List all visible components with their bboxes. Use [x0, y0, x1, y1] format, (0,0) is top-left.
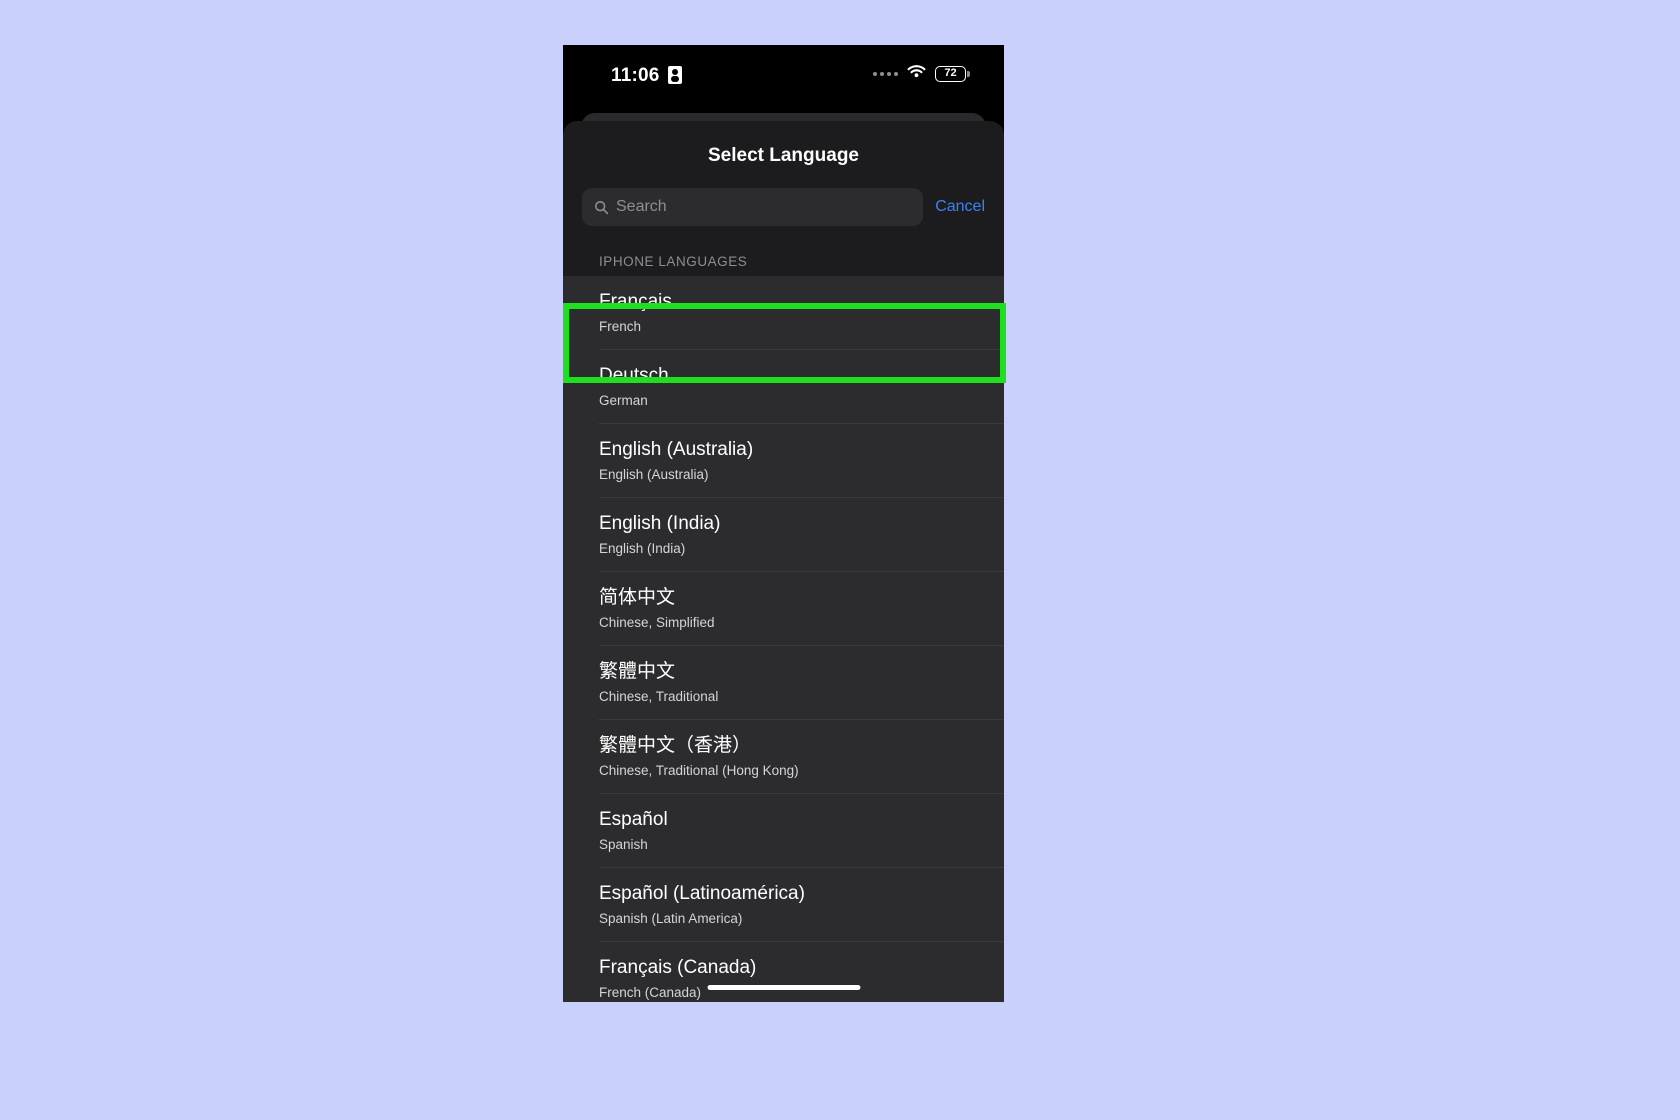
- contact-card-icon: [668, 66, 682, 84]
- battery-icon: 72: [935, 65, 970, 82]
- language-native-name: English (Australia): [599, 439, 754, 460]
- cancel-button[interactable]: Cancel: [933, 198, 985, 216]
- language-row[interactable]: Français (Canada) French (Canada): [563, 942, 1004, 1002]
- wifi-icon: [907, 64, 926, 83]
- home-indicator[interactable]: [707, 985, 860, 990]
- status-bar-indicators: 72: [873, 64, 970, 83]
- language-row[interactable]: Deutsch German: [563, 350, 1004, 424]
- language-english-name: English (Australia): [599, 467, 709, 482]
- status-bar: 11:06 72: [563, 45, 1004, 113]
- language-native-name: Español: [599, 809, 668, 830]
- language-row[interactable]: Français French: [563, 276, 1004, 350]
- language-english-name: French: [599, 319, 642, 334]
- language-english-name: Spanish: [599, 837, 648, 852]
- language-native-name: Deutsch: [599, 365, 669, 386]
- section-header-iphone-languages: IPHONE LANGUAGES: [599, 254, 748, 269]
- language-list[interactable]: Français French Deutsch German English (Aust…: [563, 276, 1004, 1002]
- language-english-name: Chinese, Simplified: [599, 615, 715, 630]
- search-icon: [594, 200, 609, 214]
- language-english-name: Chinese, Traditional: [599, 689, 719, 704]
- select-language-sheet: Select Language Search Cancel IPHONE LAN…: [563, 121, 1004, 1002]
- language-row[interactable]: English (Australia) English (Australia): [563, 424, 1004, 498]
- language-english-name: Chinese, Traditional (Hong Kong): [599, 763, 799, 778]
- search-placeholder-label: Search: [616, 198, 667, 215]
- signal-dots-icon: [873, 72, 898, 76]
- language-native-name: Français: [599, 291, 672, 312]
- language-english-name: German: [599, 393, 648, 408]
- language-native-name: 繁體中文: [599, 661, 676, 682]
- language-row[interactable]: Español Spanish: [563, 794, 1004, 868]
- language-row[interactable]: English (India) English (India): [563, 498, 1004, 572]
- page-title: Select Language: [708, 145, 859, 166]
- language-native-name: 简体中文: [599, 587, 676, 608]
- language-row[interactable]: 繁體中文 Chinese, Traditional: [563, 646, 1004, 720]
- language-row[interactable]: Español (Latinoamérica) Spanish (Latin Am…: [563, 868, 1004, 942]
- language-english-name: Spanish (Latin America): [599, 911, 743, 926]
- phone-screen: 11:06 72 Select Language Search Cancel I…: [563, 45, 1004, 1002]
- language-row[interactable]: 繁體中文（香港） Chinese, Traditional (Hong Kong): [563, 720, 1004, 794]
- search-input[interactable]: Search: [582, 188, 924, 226]
- language-native-name: 繁體中文（香港）: [599, 735, 752, 756]
- language-row[interactable]: 简体中文 Chinese, Simplified: [563, 572, 1004, 646]
- battery-level-label: 72: [944, 67, 957, 79]
- language-native-name: English (India): [599, 513, 721, 534]
- language-native-name: Español (Latinoamérica): [599, 883, 805, 904]
- language-english-name: English (India): [599, 541, 686, 556]
- status-bar-time: 11:06: [611, 65, 660, 86]
- search-row: Search Cancel: [563, 185, 1004, 229]
- language-native-name: Français (Canada): [599, 957, 757, 978]
